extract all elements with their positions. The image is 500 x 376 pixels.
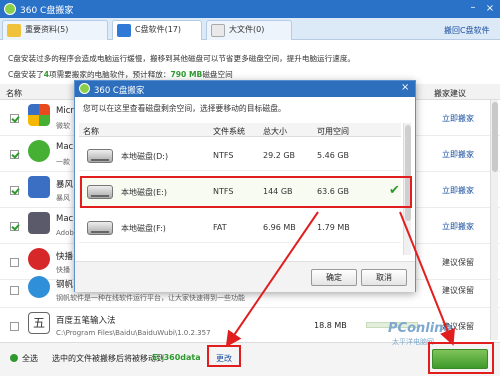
arrow-to-move [399, 211, 455, 346]
annotation-arrows [225, 211, 455, 348]
arrow-to-change [225, 211, 319, 348]
